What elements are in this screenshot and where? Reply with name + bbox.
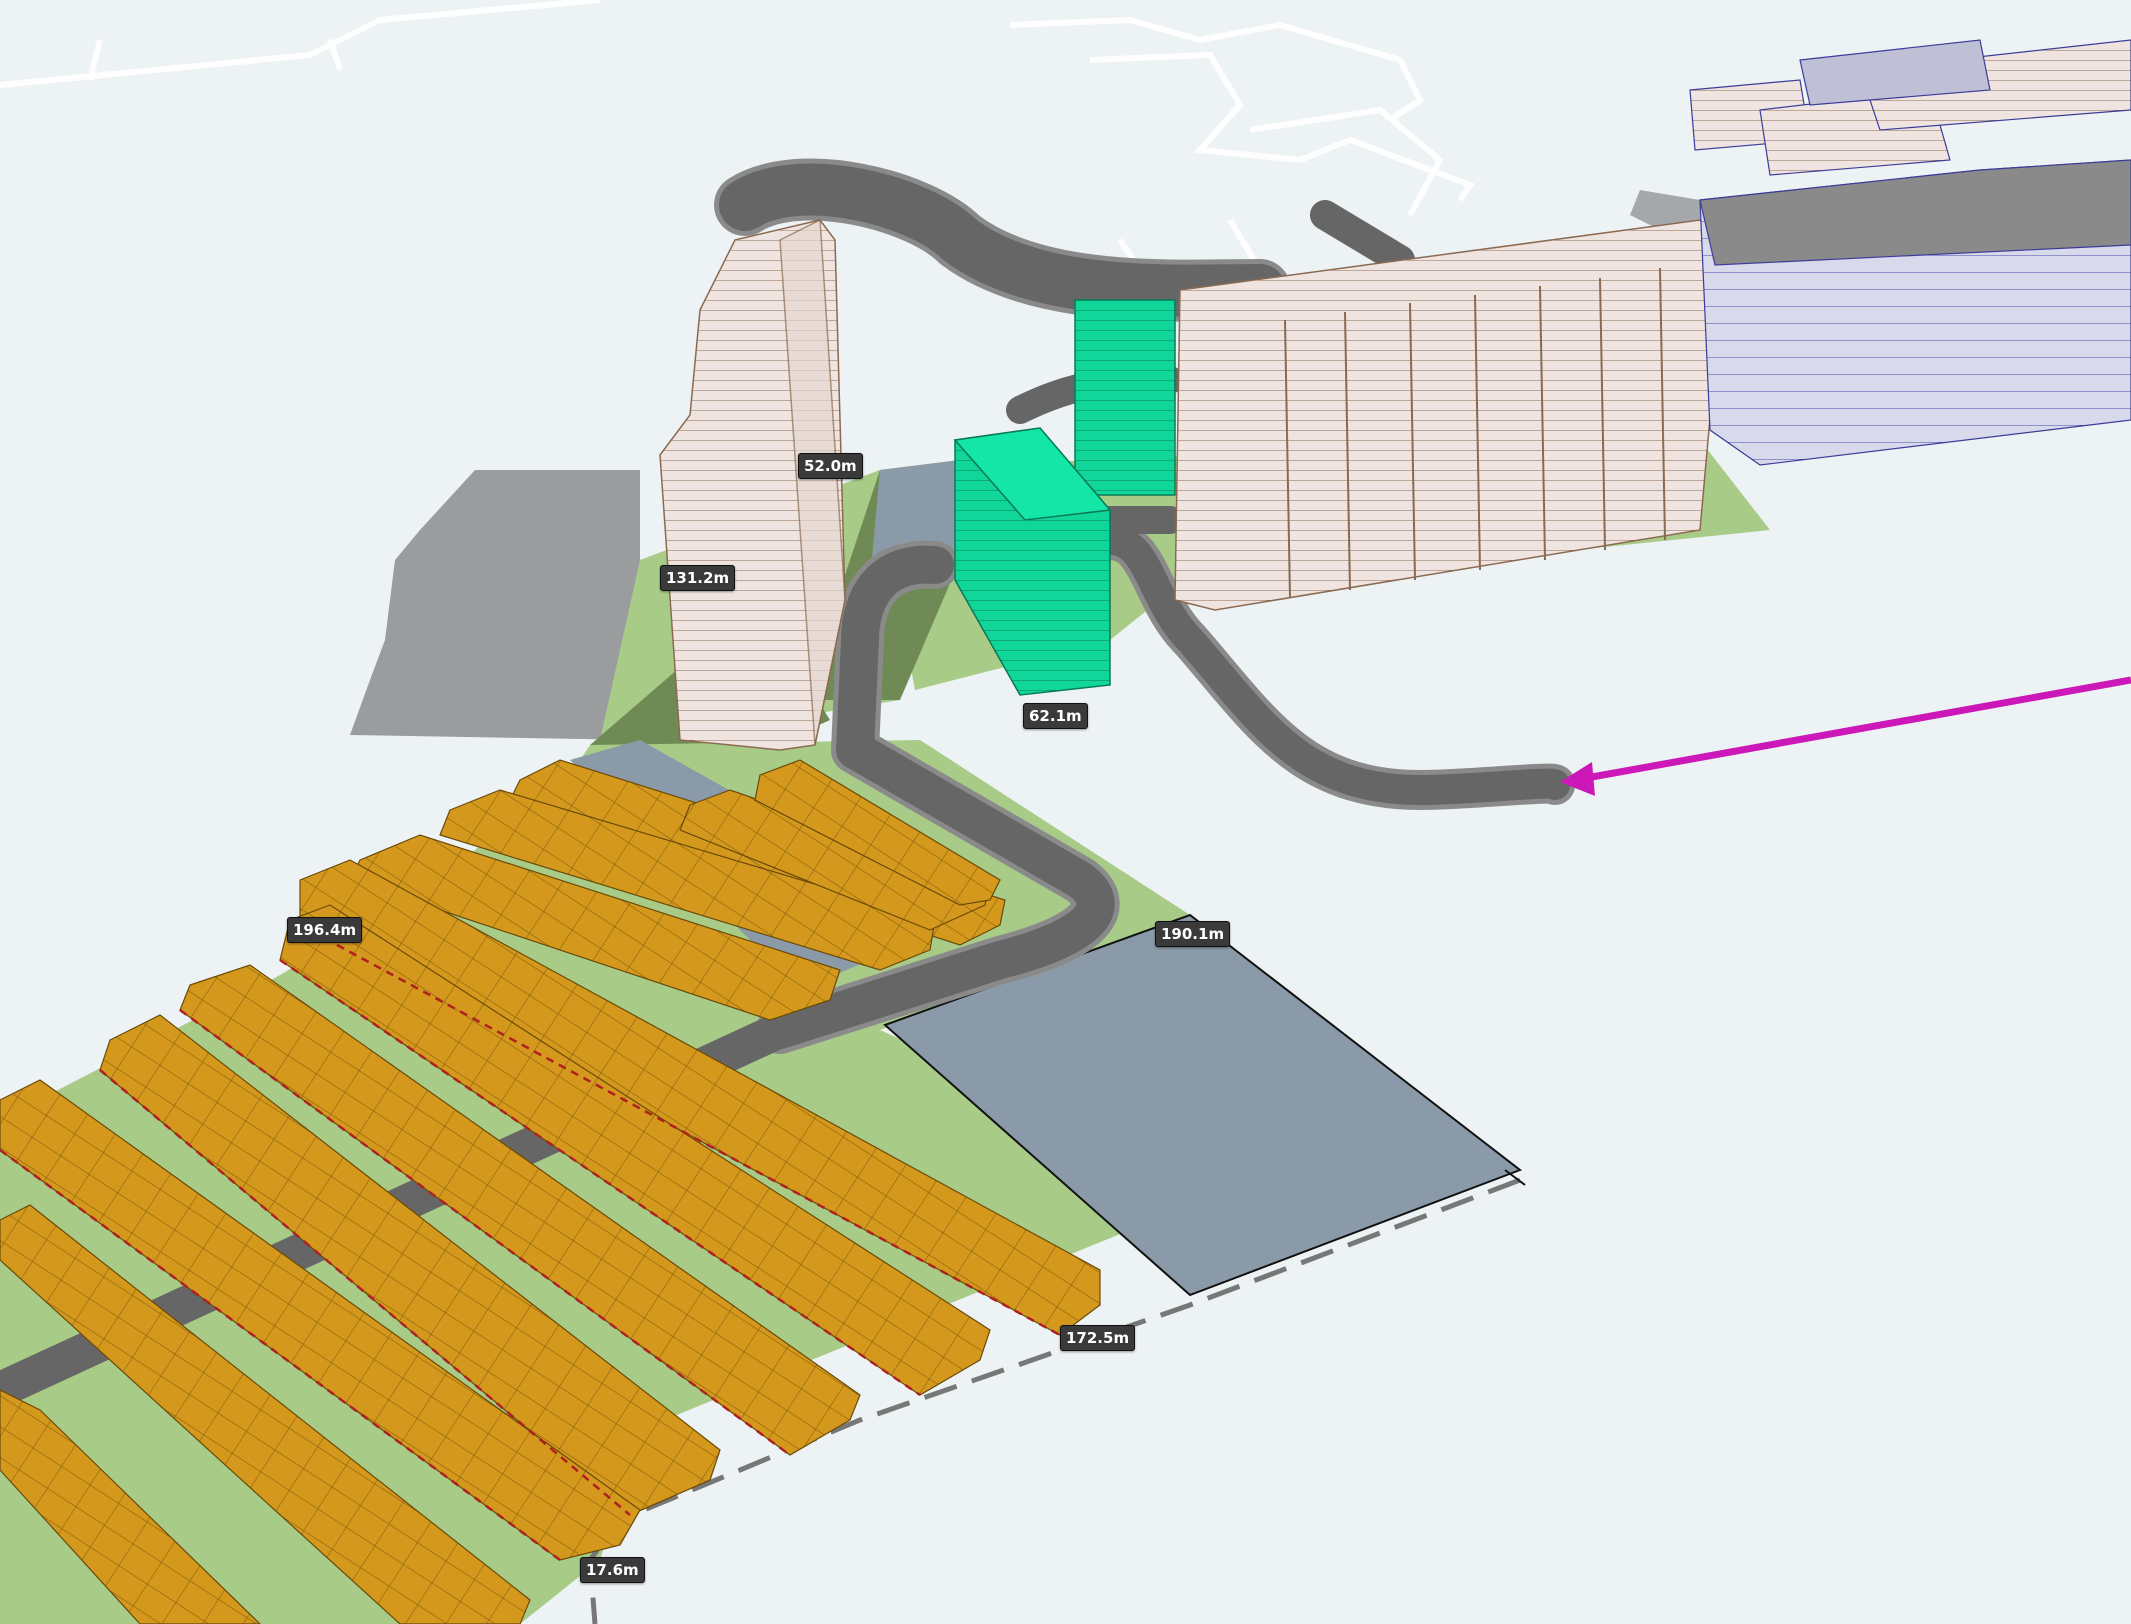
commercial-building[interactable] (1689, 39, 2131, 466)
scene-canvas[interactable] (0, 0, 2131, 1624)
dimension-label-17[interactable]: 17.6m (580, 1557, 645, 1583)
dimension-label-172[interactable]: 172.5m (1060, 1325, 1136, 1351)
dimension-label-190[interactable]: 190.1m (1155, 921, 1231, 947)
dimension-label-62[interactable]: 62.1m (1023, 703, 1088, 729)
highlighted-building-rear[interactable] (1074, 299, 1176, 496)
dimension-label-131[interactable]: 131.2m (660, 565, 736, 591)
dimension-label-52[interactable]: 52.0m (798, 453, 863, 479)
dimension-label-196[interactable]: 196.4m (287, 917, 363, 943)
map-3d-viewport[interactable]: 52.0m 131.2m 62.1m 196.4m 190.1m 172.5m … (0, 0, 2131, 1624)
building-shadow (350, 470, 640, 740)
direction-arrow[interactable] (1560, 676, 2131, 796)
residential-tower-west[interactable] (659, 218, 846, 751)
